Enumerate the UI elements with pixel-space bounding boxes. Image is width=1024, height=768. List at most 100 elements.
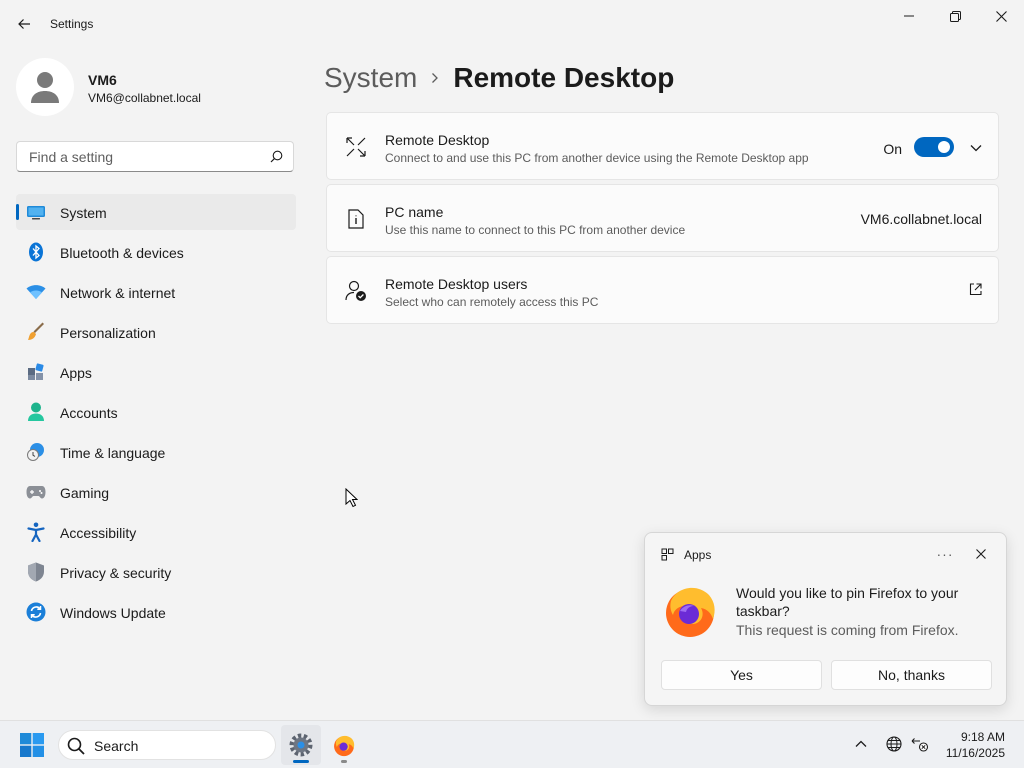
more-options-button[interactable]: ··· bbox=[933, 544, 957, 564]
firefox-logo-icon bbox=[666, 587, 715, 637]
remote-desktop-card[interactable]: Remote Desktop Connect to and use this P… bbox=[326, 112, 999, 180]
search-icon bbox=[270, 150, 283, 163]
sidebar-item-privacy[interactable]: Privacy & security bbox=[16, 554, 296, 590]
running-app-indicator bbox=[341, 760, 347, 763]
gear-icon bbox=[289, 733, 313, 757]
pc-name-description: Use this name to connect to this PC from… bbox=[385, 223, 686, 237]
taskbar-settings-app[interactable] bbox=[281, 725, 321, 765]
sidebar-item-apps[interactable]: Apps bbox=[16, 354, 296, 390]
mouse-cursor-icon bbox=[345, 488, 358, 508]
close-icon bbox=[995, 10, 1007, 22]
breadcrumb-parent[interactable]: System bbox=[324, 62, 417, 94]
taskbar: Search 9:18 AM 11/16/2025 bbox=[0, 720, 1024, 768]
minimize-icon bbox=[904, 15, 914, 17]
remote-desktop-users-card[interactable]: Remote Desktop users Select who can remo… bbox=[326, 256, 999, 324]
sidebar-item-label: Time & language bbox=[60, 445, 166, 461]
close-icon bbox=[976, 549, 986, 559]
brush-icon bbox=[26, 322, 46, 342]
gamepad-icon bbox=[26, 482, 46, 502]
sidebar-item-label: Accessibility bbox=[60, 525, 137, 541]
notification-app-name: Apps bbox=[684, 548, 712, 562]
sidebar-item-system[interactable]: System bbox=[16, 194, 296, 230]
remote-desktop-users-description: Select who can remotely access this PC bbox=[385, 295, 599, 309]
notification-subtext: This request is coming from Firefox. bbox=[736, 622, 959, 638]
sidebar-item-windows-update[interactable]: Windows Update bbox=[16, 594, 296, 630]
open-external-icon[interactable] bbox=[969, 283, 982, 301]
wifi-icon bbox=[26, 282, 46, 302]
sidebar-item-label: Personalization bbox=[60, 325, 156, 341]
sidebar-item-label: Apps bbox=[60, 365, 92, 381]
apps-small-icon bbox=[661, 548, 674, 561]
remote-desktop-users-title: Remote Desktop users bbox=[385, 276, 528, 292]
taskbar-search[interactable]: Search bbox=[58, 730, 276, 760]
restore-icon bbox=[949, 10, 961, 22]
settings-search[interactable] bbox=[16, 141, 294, 172]
sidebar-item-time-language[interactable]: Time & language bbox=[16, 434, 296, 470]
notification-message: Would you like to pin Firefox to your ta… bbox=[736, 585, 959, 619]
clock-time[interactable]: 9:18 AM bbox=[961, 730, 1005, 744]
user-email: VM6@collabnet.local bbox=[88, 91, 201, 105]
windows-start-icon[interactable] bbox=[20, 733, 44, 757]
sidebar-item-personalization[interactable]: Personalization bbox=[16, 314, 296, 350]
search-icon bbox=[67, 737, 85, 755]
update-icon bbox=[26, 602, 46, 622]
sidebar-item-label: Accounts bbox=[60, 405, 118, 421]
taskbar-firefox-app[interactable] bbox=[324, 725, 364, 765]
toggle-state-label: On bbox=[883, 141, 902, 157]
user-name: VM6 bbox=[88, 72, 117, 88]
pc-name-card: PC name Use this name to connect to this… bbox=[326, 184, 999, 252]
sidebar-item-label: Windows Update bbox=[60, 605, 166, 621]
pc-name-title: PC name bbox=[385, 204, 444, 220]
breadcrumb: System Remote Desktop bbox=[324, 58, 674, 98]
back-arrow-icon bbox=[18, 19, 30, 29]
sidebar-item-label: System bbox=[60, 205, 107, 221]
chevron-up-icon[interactable] bbox=[855, 740, 867, 748]
sidebar-item-label: Gaming bbox=[60, 485, 110, 501]
minimize-button[interactable] bbox=[886, 0, 932, 32]
accessibility-icon bbox=[26, 522, 46, 542]
users-check-icon bbox=[345, 280, 367, 302]
sidebar-item-label: Network & internet bbox=[60, 285, 176, 301]
sidebar-nav: System Bluetooth & devices Network & int… bbox=[16, 194, 296, 634]
pin-firefox-notification: Apps ··· Would you like to pin Firefox t… bbox=[644, 532, 1007, 706]
avatar bbox=[16, 58, 74, 116]
back-button[interactable] bbox=[12, 12, 36, 36]
user-avatar-icon bbox=[31, 72, 59, 103]
clock-date[interactable]: 11/16/2025 bbox=[946, 746, 1005, 760]
page-title: Remote Desktop bbox=[453, 62, 675, 93]
remote-desktop-toggle[interactable] bbox=[914, 137, 954, 157]
close-button[interactable] bbox=[978, 0, 1024, 32]
firefox-icon bbox=[334, 735, 355, 757]
search-input[interactable] bbox=[27, 148, 261, 166]
time-language-icon bbox=[26, 442, 46, 462]
remote-desktop-icon bbox=[345, 136, 367, 158]
sidebar-item-accessibility[interactable]: Accessibility bbox=[16, 514, 296, 550]
sidebar-item-label: Privacy & security bbox=[60, 565, 172, 581]
network-disconnected-icon[interactable] bbox=[911, 736, 929, 752]
notification-close-button[interactable] bbox=[971, 544, 991, 564]
remote-desktop-description: Connect to and use this PC from another … bbox=[385, 151, 809, 165]
toggle-knob bbox=[938, 141, 950, 153]
taskbar-search-label: Search bbox=[94, 738, 139, 754]
chevron-right-icon bbox=[431, 72, 439, 84]
active-app-indicator bbox=[293, 760, 309, 763]
restore-button[interactable] bbox=[932, 0, 978, 32]
sidebar-item-bluetooth[interactable]: Bluetooth & devices bbox=[16, 234, 296, 270]
apps-icon bbox=[26, 362, 46, 382]
sidebar-item-network[interactable]: Network & internet bbox=[16, 274, 296, 310]
system-icon bbox=[26, 202, 46, 222]
remote-desktop-title: Remote Desktop bbox=[385, 132, 490, 148]
chevron-down-icon[interactable] bbox=[970, 139, 982, 157]
no-thanks-button[interactable]: No, thanks bbox=[831, 660, 992, 690]
yes-button[interactable]: Yes bbox=[661, 660, 822, 690]
pc-name-icon bbox=[345, 208, 367, 230]
shield-icon bbox=[26, 562, 46, 582]
pc-name-value: VM6.collabnet.local bbox=[860, 211, 982, 227]
sidebar-item-gaming[interactable]: Gaming bbox=[16, 474, 296, 510]
sidebar-item-accounts[interactable]: Accounts bbox=[16, 394, 296, 430]
globe-icon[interactable] bbox=[886, 736, 902, 752]
accounts-icon bbox=[26, 402, 46, 422]
title-bar: Settings bbox=[0, 0, 1024, 48]
user-profile[interactable]: VM6 VM6@collabnet.local bbox=[16, 58, 296, 118]
sidebar-item-label: Bluetooth & devices bbox=[60, 245, 184, 261]
